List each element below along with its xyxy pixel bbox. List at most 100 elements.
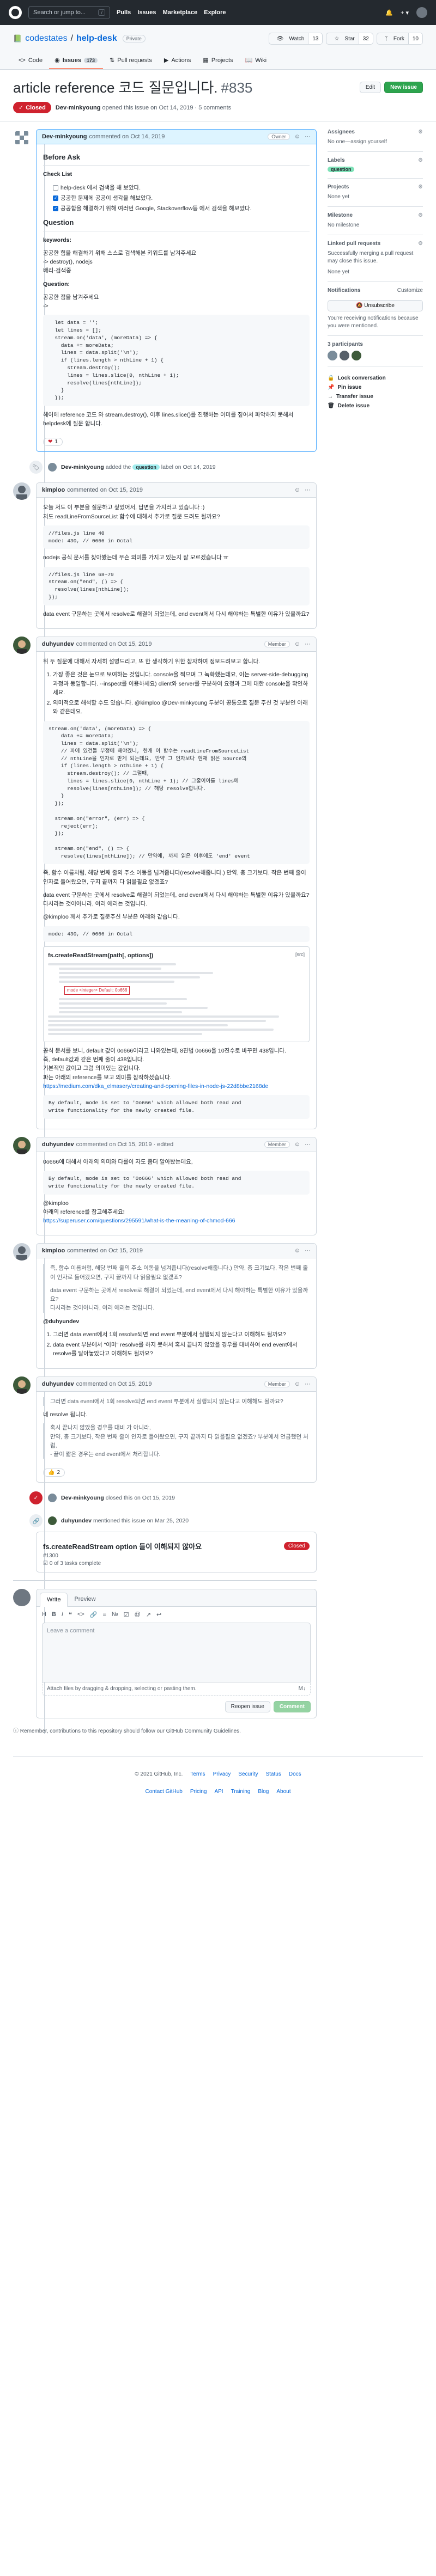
watch-button[interactable]: 👁 Watch 13: [268, 33, 323, 45]
fork-button[interactable]: ᛉ Fork 10: [376, 33, 423, 45]
participant-avatar[interactable]: [351, 351, 361, 361]
kebab-icon[interactable]: ···: [305, 133, 311, 140]
repo-owner-link[interactable]: codestates: [25, 34, 67, 44]
tab-wiki[interactable]: 📖 Wiki: [240, 52, 272, 69]
lock-conversation[interactable]: 🔒 Lock conversation: [328, 375, 423, 381]
avatar[interactable]: [48, 1516, 57, 1526]
label-badge[interactable]: question: [327, 167, 355, 173]
fork-count[interactable]: 10: [408, 33, 422, 44]
star-button[interactable]: ☆ Star 32: [326, 33, 373, 45]
comment-author[interactable]: duhyundev: [42, 641, 74, 647]
unsubscribe-button[interactable]: 🔕 Unsubscribe: [327, 300, 423, 312]
nav-pulls[interactable]: Pulls: [117, 9, 131, 16]
gear-icon[interactable]: ⚙: [418, 184, 423, 190]
gear-icon[interactable]: ⚙: [418, 241, 423, 247]
avatar[interactable]: [13, 1376, 31, 1394]
footer-link[interactable]: Pricing: [190, 1787, 207, 1797]
edit-title-button[interactable]: Edit: [359, 82, 382, 93]
kebab-icon[interactable]: ···: [305, 487, 311, 493]
nav-explore[interactable]: Explore: [204, 9, 226, 16]
gear-icon[interactable]: ⚙: [418, 212, 423, 218]
comment-time[interactable]: commented on Oct 15, 2019: [76, 641, 152, 647]
avatar[interactable]: [48, 1494, 57, 1503]
checkbox[interactable]: [53, 205, 58, 212]
sidebar-labels[interactable]: Labels ⚙ question: [327, 152, 423, 179]
smiley-icon[interactable]: ☺: [294, 1141, 300, 1148]
mention[interactable]: @duhyundev: [43, 1318, 79, 1325]
comment-author[interactable]: duhyundev: [42, 1381, 74, 1387]
repo-name-link[interactable]: help-desk: [76, 34, 117, 44]
pin-issue[interactable]: 📌 Pin issue: [328, 384, 423, 390]
tab-preview[interactable]: Preview: [68, 1593, 102, 1606]
sidebar-projects[interactable]: Projects ⚙ None yet: [327, 179, 423, 207]
watch-count[interactable]: 13: [308, 33, 323, 44]
avatar[interactable]: [13, 1136, 31, 1154]
reference-link[interactable]: https://superuser.com/questions/295591/w…: [43, 1217, 235, 1224]
footer-link[interactable]: Terms: [190, 1770, 205, 1779]
smiley-icon[interactable]: ☺: [294, 641, 300, 647]
kebab-icon[interactable]: ···: [305, 1381, 311, 1387]
footer-link[interactable]: API: [214, 1787, 223, 1797]
mention-icon[interactable]: @: [135, 1611, 141, 1618]
sidebar-linked-prs[interactable]: Linked pull requests ⚙ Successfully mergin…: [327, 235, 423, 283]
comment-author[interactable]: kimploo: [42, 1247, 65, 1254]
bold-icon[interactable]: B: [52, 1611, 56, 1618]
tab-write[interactable]: Write: [40, 1593, 68, 1607]
xref-title[interactable]: fs.createReadStream option 들이 이해되지 않아요: [43, 1541, 202, 1551]
comment-time[interactable]: commented on Oct 14, 2019: [89, 133, 165, 140]
event-actor[interactable]: Dev-minkyoung: [61, 1495, 104, 1501]
nav-issues[interactable]: Issues: [137, 9, 156, 16]
comment-time[interactable]: commented on Oct 15, 2019: [67, 487, 143, 493]
sidebar-value[interactable]: No one—assign yourself: [328, 138, 423, 146]
avatar[interactable]: [13, 1589, 31, 1607]
comment-time[interactable]: commented on Oct 15, 2019: [76, 1381, 152, 1387]
label-badge[interactable]: question: [132, 464, 160, 470]
unordered-list-icon[interactable]: ≡: [102, 1611, 106, 1618]
mention[interactable]: @kimploo: [43, 1200, 69, 1207]
avatar[interactable]: [13, 637, 31, 654]
quote-icon[interactable]: ❝: [69, 1611, 72, 1618]
event-actor[interactable]: Dev-minkyoung: [61, 464, 104, 470]
user-avatar[interactable]: [416, 7, 427, 18]
checkbox[interactable]: [53, 195, 58, 201]
cross-reference-card[interactable]: fs.createReadStream option 들이 이해되지 않아요 Cl…: [36, 1532, 317, 1573]
smiley-icon[interactable]: ☺: [294, 1247, 300, 1254]
comment-author[interactable]: duhyundev: [42, 1141, 74, 1148]
smiley-icon[interactable]: ☺: [294, 487, 300, 493]
footer-link[interactable]: Privacy: [213, 1770, 231, 1779]
link-icon[interactable]: 🔗: [90, 1611, 98, 1618]
nav-marketplace[interactable]: Marketplace: [163, 9, 198, 16]
smiley-icon[interactable]: ☺: [294, 133, 300, 140]
search-input[interactable]: Search or jump to... /: [28, 6, 110, 19]
transfer-issue[interactable]: → Transfer issue: [328, 394, 423, 400]
reference-link[interactable]: https://medium.com/dka_elmasery/creating…: [43, 1083, 268, 1090]
comment-textarea[interactable]: Leave a comment: [42, 1623, 311, 1683]
footer-link[interactable]: About: [276, 1787, 290, 1797]
new-issue-button[interactable]: New issue: [384, 82, 423, 93]
attach-files[interactable]: Attach files by dragging & dropping, sel…: [42, 1682, 311, 1696]
tasklist-icon[interactable]: ☑: [124, 1611, 129, 1618]
kebab-icon[interactable]: ···: [305, 641, 311, 647]
footer-link[interactable]: Contact GitHub: [146, 1787, 183, 1797]
avatar[interactable]: [13, 482, 31, 500]
github-logo-icon[interactable]: [9, 6, 22, 19]
avatar[interactable]: [13, 129, 31, 147]
comment-author[interactable]: kimploo: [42, 487, 65, 493]
footer-link[interactable]: Docs: [289, 1770, 301, 1779]
checkbox[interactable]: [53, 185, 58, 191]
tab-issues[interactable]: ◉ Issues 173: [49, 52, 104, 69]
footer-link[interactable]: Status: [265, 1770, 281, 1779]
tab-pull-requests[interactable]: ⇅ Pull requests: [104, 52, 158, 69]
reaction-heart[interactable]: ❤ 1: [43, 438, 63, 446]
reopen-issue-button[interactable]: Reopen issue: [225, 1701, 270, 1713]
plus-icon[interactable]: + ▾: [401, 9, 409, 16]
comment-author[interactable]: Dev-minkyoung: [42, 133, 87, 140]
customize-link[interactable]: Customize: [397, 287, 423, 293]
tab-code[interactable]: <> Code: [13, 52, 48, 69]
kebab-icon[interactable]: ···: [305, 1141, 311, 1148]
sidebar-assignees[interactable]: Assignees ⚙ No one—assign yourself: [327, 129, 423, 152]
gear-icon[interactable]: ⚙: [418, 157, 423, 163]
comment-time[interactable]: commented on Oct 15, 2019: [67, 1247, 143, 1254]
docs-screenshot[interactable]: fs.createReadStream(path[, options]) [src…: [43, 946, 310, 1042]
tab-actions[interactable]: ▶ Actions: [159, 52, 197, 69]
